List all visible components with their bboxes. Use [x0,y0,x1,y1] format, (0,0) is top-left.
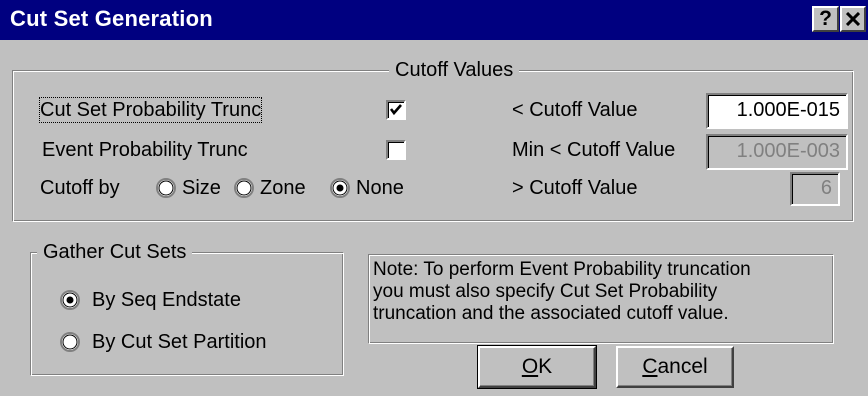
note-line: truncation and the associated cutoff val… [373,303,729,324]
gather-cut-sets-group: Gather Cut Sets [30,241,344,376]
lt-cutoff-label: < Cutoff Value [512,99,638,121]
lt-cutoff-input[interactable]: 1.000E-015 [706,93,848,129]
ok-mnemonic: O [521,355,539,378]
radio-selected-icon[interactable] [330,178,350,198]
help-icon: ? [819,7,832,30]
min-cutoff-label: Min < Cutoff Value [512,139,676,161]
radio-unselected-icon[interactable] [60,332,80,352]
ok-label-rest: K [538,355,553,378]
event-trunc-checkbox[interactable] [386,140,406,160]
cutoff-by-size-label[interactable]: Size [182,176,221,200]
cutoff-by-none-label[interactable]: None [356,176,404,200]
note-box: Note: To perform Event Probability trunc… [368,254,834,344]
ok-button[interactable]: OK [477,345,597,389]
cut-set-generation-dialog: Cut Set Generation ? Cutoff Values Cut S… [0,0,868,396]
note-line: you must also specify Cut Set Probabilit… [373,281,718,302]
min-cutoff-input[interactable]: 1.000E-003 [706,134,848,170]
cut-set-trunc-label[interactable]: Cut Set Probability Trunc [38,97,263,123]
gt-cutoff-input[interactable]: 6 [790,172,840,206]
radio-selected-icon[interactable] [60,290,80,310]
event-trunc-label: Event Probability Trunc [42,139,248,161]
title-bar[interactable]: Cut Set Generation ? [0,0,868,40]
gt-cutoff-label: > Cutoff Value [512,177,638,199]
gather-by-seq-endstate-label[interactable]: By Seq Endstate [92,288,241,312]
cutoff-by-zone-label[interactable]: Zone [260,176,306,200]
cancel-button[interactable]: Cancel [616,346,734,388]
radio-unselected-icon[interactable] [234,178,254,198]
window-title: Cut Set Generation [10,6,213,31]
radio-unselected-icon[interactable] [156,178,176,198]
close-icon [846,12,860,26]
gather-by-cut-set-partition-label[interactable]: By Cut Set Partition [92,330,267,354]
note-line: Note: To perform Event Probability trunc… [373,259,751,280]
checkmark-icon [389,104,402,116]
cancel-button-label: Cancel [642,348,707,386]
help-button[interactable]: ? [812,6,839,32]
cutoff-values-legend: Cutoff Values [389,59,520,81]
cancel-label-rest: ancel [657,355,708,378]
cancel-mnemonic: C [642,355,658,378]
cutoff-by-label: Cutoff by [40,177,120,199]
gather-cut-sets-legend: Gather Cut Sets [37,241,193,263]
close-button[interactable] [840,6,866,32]
ok-button-label: OK [522,348,552,386]
cut-set-trunc-checkbox[interactable] [386,100,406,120]
